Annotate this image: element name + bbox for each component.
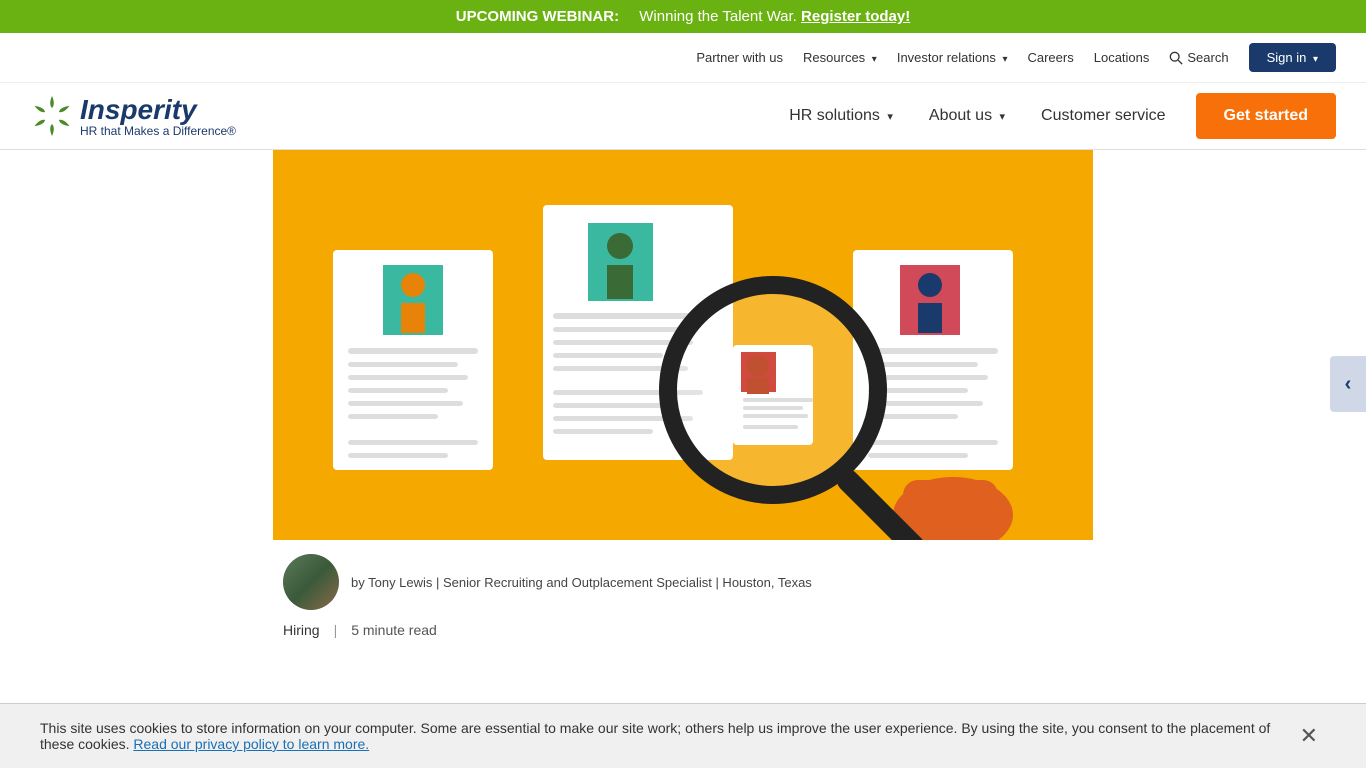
primary-nav-links: HR solutions ▾ About us ▾ Customer servi… bbox=[789, 107, 1165, 125]
logo-area[interactable]: Insperity HR that Makes a Difference® bbox=[30, 94, 236, 138]
primary-nav: Insperity HR that Makes a Difference® HR… bbox=[0, 83, 1366, 150]
cookie-banner: This site uses cookies to store informat… bbox=[0, 703, 1366, 768]
investor-relations-link[interactable]: Investor relations ▾ bbox=[897, 50, 1008, 65]
about-us-dropdown-arrow: ▾ bbox=[1000, 111, 1006, 123]
customer-service-link[interactable]: Customer service bbox=[1041, 107, 1165, 125]
author-byline: by Tony Lewis | Senior Recruiting and Ou… bbox=[351, 575, 812, 590]
get-started-button[interactable]: Get started bbox=[1196, 93, 1336, 139]
logo-text: Insperity bbox=[80, 94, 236, 126]
search-label: Search bbox=[1187, 50, 1228, 65]
article-meta: Hiring | 5 minute read bbox=[273, 618, 1093, 642]
hr-solutions-link[interactable]: HR solutions ▾ bbox=[789, 107, 893, 125]
top-banner: UPCOMING WEBINAR: Winning the Talent War… bbox=[0, 0, 1366, 33]
resources-dropdown-arrow: ▾ bbox=[872, 54, 877, 65]
investor-relations-dropdown-arrow: ▾ bbox=[1002, 54, 1007, 65]
hr-solutions-dropdown-arrow: ▾ bbox=[887, 111, 893, 123]
cookie-close-button[interactable]: ✕ bbox=[1292, 725, 1326, 747]
sign-in-button[interactable]: Sign in ▾ bbox=[1249, 43, 1336, 72]
about-us-link[interactable]: About us ▾ bbox=[929, 107, 1005, 125]
author-avatar bbox=[283, 554, 339, 610]
author-row: by Tony Lewis | Senior Recruiting and Ou… bbox=[273, 540, 1093, 618]
meta-separator: | bbox=[334, 622, 338, 638]
chevron-left-icon: ‹ bbox=[1345, 373, 1352, 396]
article-read-time: 5 minute read bbox=[351, 622, 437, 638]
secondary-nav: Partner with us Resources ▾ Investor rel… bbox=[0, 33, 1366, 83]
resources-link[interactable]: Resources ▾ bbox=[803, 50, 877, 65]
logo-tagline: HR that Makes a Difference® bbox=[80, 124, 236, 138]
banner-text: Winning the Talent War. bbox=[639, 8, 797, 25]
search-link[interactable]: Search bbox=[1169, 50, 1228, 65]
search-icon bbox=[1169, 51, 1183, 65]
sign-in-dropdown-arrow: ▾ bbox=[1313, 54, 1318, 65]
logo-icon bbox=[30, 94, 74, 138]
sidebar-arrow[interactable]: ‹ bbox=[1330, 356, 1366, 412]
cookie-text: This site uses cookies to store informat… bbox=[40, 720, 1292, 752]
hero-illustration bbox=[273, 150, 1093, 540]
privacy-policy-link[interactable]: Read our privacy policy to learn more. bbox=[133, 736, 369, 752]
locations-link[interactable]: Locations bbox=[1094, 50, 1150, 65]
banner-label: UPCOMING WEBINAR: bbox=[456, 8, 619, 25]
banner-link[interactable]: Register today! bbox=[801, 8, 910, 25]
hero-area: by Tony Lewis | Senior Recruiting and Ou… bbox=[273, 150, 1093, 642]
careers-link[interactable]: Careers bbox=[1027, 50, 1073, 65]
hero-image bbox=[273, 150, 1093, 540]
partner-with-us-link[interactable]: Partner with us bbox=[696, 50, 783, 65]
article-category: Hiring bbox=[283, 622, 320, 638]
